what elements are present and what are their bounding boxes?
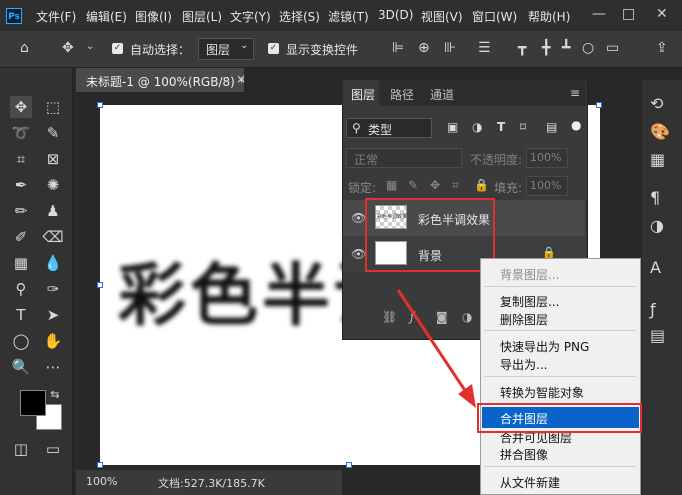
annotation-arrow [396,289,476,408]
